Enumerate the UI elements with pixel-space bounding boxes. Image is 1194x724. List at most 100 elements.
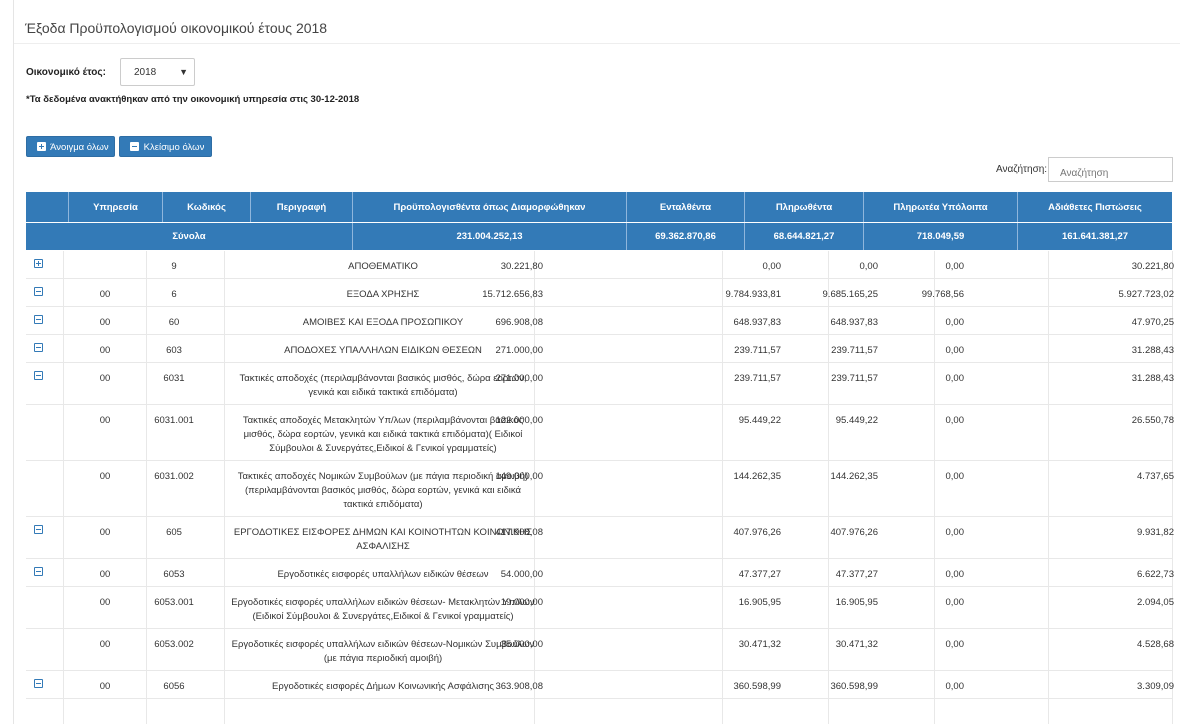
header-entalthenta[interactable]: Ενταλθέντα — [626, 192, 744, 222]
totals-budget: 231.004.252,13 — [352, 223, 626, 250]
cell-adiathetes: 5.927.723,02 — [1118, 289, 1174, 300]
table-row: 00 603 ΑΠΟΔΟΧΕΣ ΥΠΑΛΛΗΛΩΝ ΕΙΔΙΚΩΝ ΘΕΣΕΩΝ 27… — [26, 335, 1174, 363]
cell-budget: 271.000,00 — [495, 373, 543, 384]
cell-adiathetes: 3.309,09 — [1137, 681, 1174, 692]
cell-adiathetes: 4.737,65 — [1137, 471, 1174, 482]
cell-entalthenta: 648.937,83 — [733, 317, 781, 328]
cell-ypoloipa: 0,00 — [945, 261, 965, 272]
cell-ypoloipa: 0,00 — [945, 597, 965, 608]
header-payable-balance[interactable]: Πληρωτέα Υπόλοιπα — [863, 192, 1017, 222]
totals-payable-balance: 718.049,59 — [863, 223, 1017, 250]
cell-entalthenta: 239.711,57 — [734, 345, 781, 356]
collapse-row-icon[interactable] — [34, 343, 43, 352]
cell-adiathetes: 6.622,73 — [1137, 569, 1174, 580]
table-row: 00 605 ΕΡΓΟΔΟΤΙΚΕΣ ΕΙΣΦΟΡΕΣ ΔΗΜΩΝ ΚΑΙ ΚΟΙΝ… — [26, 517, 1174, 559]
page-title: Έξοδα Προϋπολογισμού οικονομικού έτους 2… — [25, 20, 328, 36]
table-row: 00 6056 Εργοδοτικές εισφορές Δήμων Κοινωνι… — [26, 671, 1174, 699]
cell-code: 6031.001 — [154, 415, 194, 426]
header-service[interactable]: Υπηρεσία — [68, 192, 162, 222]
cell-budget: 122.000,00 — [495, 415, 543, 426]
fiscal-year-label: Οικονομικό έτος: — [26, 67, 106, 78]
search-input[interactable] — [1048, 157, 1173, 182]
cell-service: 00 — [99, 415, 111, 426]
dropdown-arrow-icon: ▼ — [179, 67, 188, 77]
cell-code: 6056 — [163, 681, 185, 692]
cell-budget: 696.908,08 — [495, 317, 543, 328]
table-header: Υπηρεσία Κωδικός Περιγραφή Προϋπολογισθέ… — [26, 192, 1172, 222]
table-row: 00 6053 Εργοδοτικές εισφορές υπαλλήλων ειδ… — [26, 559, 1174, 587]
cell-service: 00 — [99, 471, 111, 482]
cell-service: 00 — [99, 527, 111, 538]
cell-code: 6031.002 — [154, 471, 194, 482]
cell-code: 6053.001 — [154, 597, 194, 608]
fiscal-year-select[interactable]: 2018 ▼ — [120, 58, 195, 86]
cell-ypoloipa: 0,00 — [945, 471, 965, 482]
table-row: 9 ΑΠΟΘΕΜΑΤΙΚΟ 30.221,80 0,00 0,00 0,00 30.221,… — [26, 251, 1174, 279]
cell-ypoloipa: 0,00 — [945, 317, 965, 328]
cell-code: 6 — [171, 289, 177, 300]
header-code[interactable]: Κωδικός — [162, 192, 250, 222]
header-plirothenta[interactable]: Πληρωθέντα — [744, 192, 863, 222]
expand-all-label: Άνοιγμα όλων — [50, 142, 109, 153]
cell-adiathetes: 9.931,82 — [1137, 527, 1174, 538]
totals-plirothenta: 68.644.821,27 — [744, 223, 863, 250]
collapse-row-icon[interactable] — [34, 567, 43, 576]
cell-budget: 417.908,08 — [495, 527, 543, 538]
cell-code: 9 — [171, 261, 177, 272]
cell-service: 00 — [99, 373, 111, 384]
cell-entalthenta: 47.377,27 — [738, 569, 781, 580]
header-description[interactable]: Περιγραφή — [250, 192, 352, 222]
fiscal-year-value: 2018 — [134, 67, 157, 78]
collapse-row-icon[interactable] — [34, 287, 43, 296]
table-row: 00 6 ΕΞΟΔΑ ΧΡΗΣΗΣ 15.712.656,83 9.784.933,81… — [26, 279, 1174, 307]
table-row: 00 6031 Τακτικές αποδοχές (περιλαμβάνονται… — [26, 363, 1174, 405]
table-row: 00 6053.002 Εργοδοτικές εισφορές υπαλλήλων… — [26, 629, 1174, 671]
collapse-row-icon[interactable] — [34, 371, 43, 380]
cell-ypoloipa: 0,00 — [945, 415, 965, 426]
cell-ypoloipa: 0,00 — [945, 373, 965, 384]
plus-square-icon — [37, 142, 46, 151]
cell-service: 00 — [99, 569, 111, 580]
cell-entalthenta: 360.598,99 — [733, 681, 781, 692]
cell-ypoloipa: 0,00 — [945, 345, 965, 356]
header-budget[interactable]: Προϋπολογισθέντα όπως Διαμορφώθηκαν — [352, 192, 626, 222]
cell-code: 605 — [166, 527, 182, 538]
table-row: 00 60 ΑΜΟΙΒΕΣ ΚΑΙ ΕΞΟΔΑ ΠΡΟΣΩΠΙΚΟΥ 696.908,… — [26, 307, 1174, 335]
data-retrieval-notice: *Τα δεδομένα ανακτήθηκαν από την οικονομ… — [26, 94, 360, 105]
cell-entalthenta: 239.711,57 — [734, 373, 781, 384]
cell-code: 6031 — [163, 373, 185, 384]
cell-adiathetes: 31.288,43 — [1131, 345, 1174, 356]
cell-adiathetes: 30.221,80 — [1131, 261, 1174, 272]
totals-label: Σύνολα — [172, 231, 206, 242]
collapse-all-button[interactable]: Κλείσιμο όλων — [119, 136, 212, 157]
collapse-row-icon[interactable] — [34, 315, 43, 324]
header-unallocated-credits[interactable]: Αδιάθετες Πιστώσεις — [1017, 192, 1172, 222]
cell-ypoloipa: 0,00 — [945, 639, 965, 650]
collapse-all-label: Κλείσιμο όλων — [143, 142, 205, 153]
cell-budget: 35.000,00 — [500, 639, 543, 650]
cell-entalthenta: 407.976,26 — [733, 527, 781, 538]
collapse-row-icon[interactable] — [34, 525, 43, 534]
totals-row: Σύνολα 231.004.252,13 69.362.870,86 68.6… — [26, 223, 1172, 250]
cell-code: 60 — [168, 317, 180, 328]
expand-row-icon[interactable] — [34, 259, 43, 268]
totals-unallocated-credits: 161.641.381,27 — [1017, 223, 1172, 250]
cell-adiathetes: 4.528,68 — [1137, 639, 1174, 650]
cell-entalthenta: 0,00 — [762, 261, 782, 272]
cell-budget: 19.000,00 — [500, 597, 543, 608]
minus-square-icon — [130, 142, 139, 151]
cell-adiathetes: 31.288,43 — [1131, 373, 1174, 384]
cell-budget: 54.000,00 — [500, 569, 543, 580]
page-left-border — [13, 0, 14, 724]
cell-entalthenta: 144.262,35 — [733, 471, 781, 482]
collapse-row-icon[interactable] — [34, 679, 43, 688]
cell-service: 00 — [99, 681, 111, 692]
cell-ypoloipa: 0,00 — [945, 527, 965, 538]
cell-service: 00 — [99, 597, 111, 608]
cell-adiathetes: 2.094,05 — [1137, 597, 1174, 608]
cell-code: 6053.002 — [154, 639, 194, 650]
cell-budget: 271.000,00 — [495, 345, 543, 356]
cell-budget: 15.712.656,83 — [482, 289, 543, 300]
expand-all-button[interactable]: Άνοιγμα όλων — [26, 136, 115, 157]
cell-budget: 363.908,08 — [495, 681, 543, 692]
